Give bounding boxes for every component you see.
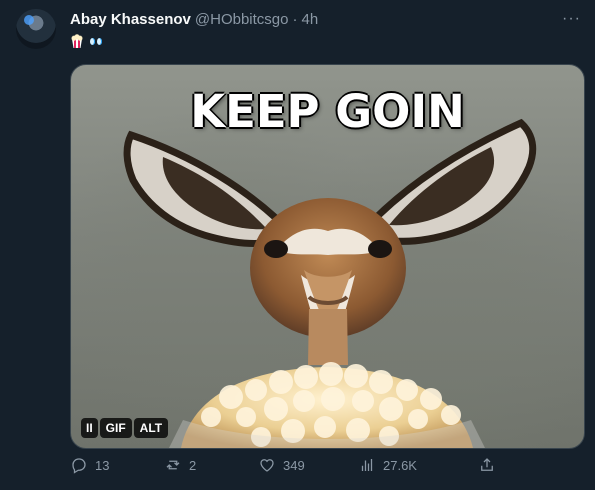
reply-icon (72, 458, 86, 474)
gif-badge[interactable]: GIF (99, 418, 132, 438)
views-icon (361, 459, 373, 471)
avatar[interactable] (16, 9, 56, 49)
pause-button[interactable]: II (81, 418, 98, 438)
avatar-glow (24, 15, 34, 25)
tweet-text (70, 34, 102, 48)
like-button[interactable]: 349 (258, 456, 305, 474)
alt-badge[interactable]: ALT (133, 418, 169, 438)
views-button[interactable]: 27.6K (358, 456, 417, 474)
meme-caption: KEEP GOIN (190, 85, 465, 138)
tweet-actions: 13 2 349 27.6K (70, 456, 570, 486)
share-icon (481, 458, 493, 471)
eyes-icon (90, 37, 102, 45)
retweet-button[interactable]: 2 (164, 456, 196, 474)
header-separator: · (292, 11, 298, 28)
tweet-header: Abay Khassenov @HObbitcsgo · 4h (70, 11, 318, 28)
tweet-card[interactable]: Abay Khassenov @HObbitcsgo · 4h ··· KEEP… (0, 0, 595, 490)
media-badges: II GIF ALT (81, 418, 169, 438)
retweet-icon (166, 460, 180, 470)
retweet-count: 2 (189, 457, 197, 473)
gif-media[interactable]: KEEP GOIN II GIF ALT (70, 64, 585, 449)
reply-button[interactable]: 13 (70, 456, 109, 474)
like-count: 349 (283, 457, 305, 473)
reply-count: 13 (95, 457, 110, 473)
author-handle[interactable]: @HObbitcsgo (195, 11, 289, 28)
share-button[interactable] (478, 456, 496, 474)
view-count: 27.6K (383, 457, 417, 473)
tweet-time[interactable]: 4h (302, 11, 319, 28)
heart-icon (260, 459, 274, 472)
author-name[interactable]: Abay Khassenov (70, 11, 191, 28)
popcorn-icon (70, 34, 84, 48)
more-options-button[interactable]: ··· (562, 10, 581, 28)
